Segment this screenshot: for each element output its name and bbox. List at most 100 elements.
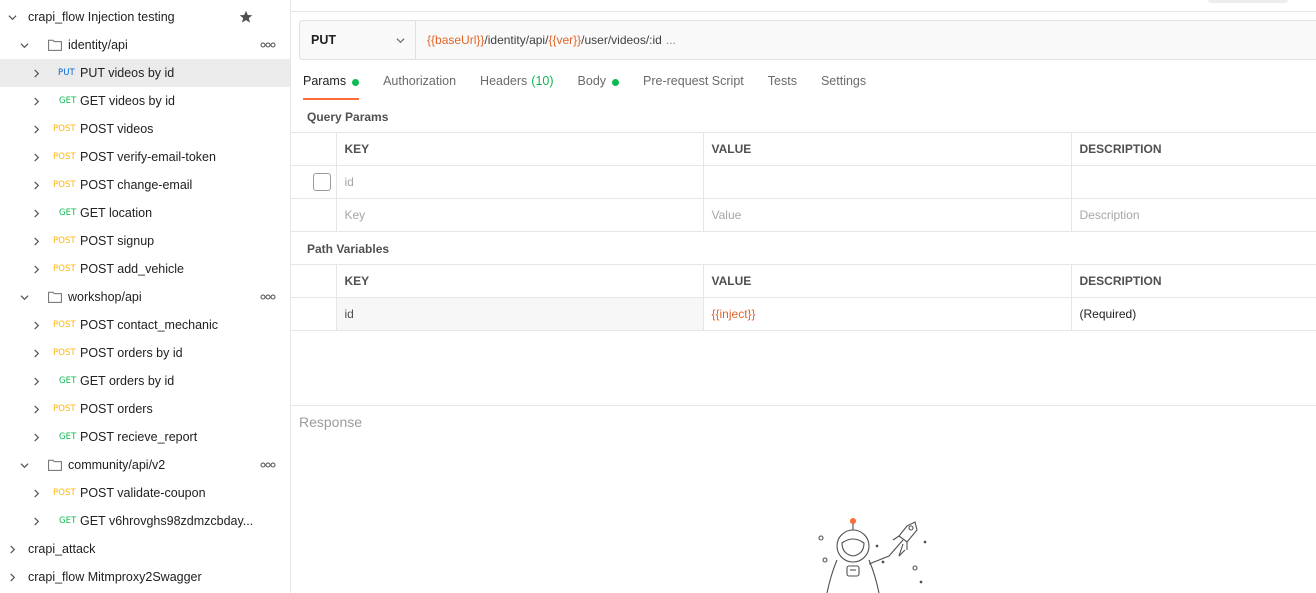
chevron-right-icon[interactable] bbox=[7, 572, 17, 582]
chevron-down-icon[interactable] bbox=[19, 292, 29, 302]
chevron-right-icon[interactable] bbox=[31, 376, 41, 386]
collection-crapi-flow-mitmproxy[interactable]: crapi_flow Mitmproxy2Swagger bbox=[0, 563, 290, 591]
request-item[interactable]: GET GET orders by id bbox=[0, 367, 290, 395]
url-input[interactable]: {{baseUrl}} /identity/api/ {{ver}} /user… bbox=[416, 21, 1316, 59]
url-more: ... bbox=[665, 33, 676, 47]
request-label: GET videos by id bbox=[80, 94, 175, 108]
path-variable-value-input[interactable]: {{inject}} bbox=[702, 297, 1072, 331]
method-badge: GET bbox=[59, 376, 77, 386]
tab-headers[interactable]: Headers (10) bbox=[480, 74, 553, 100]
request-item[interactable]: GET GET videos by id bbox=[0, 87, 290, 115]
chevron-right-icon[interactable] bbox=[31, 180, 41, 190]
chevron-right-icon[interactable] bbox=[31, 264, 41, 274]
tab-params[interactable]: Params bbox=[303, 74, 360, 100]
chevron-down-icon[interactable] bbox=[7, 12, 17, 22]
column-header-value: VALUE bbox=[702, 132, 1072, 166]
table-row: id {{inject}} (Required) bbox=[291, 297, 1316, 331]
param-checkbox[interactable] bbox=[313, 173, 331, 191]
request-label: GET location bbox=[80, 206, 153, 220]
table-header-row: KEY VALUE DESCRIPTION bbox=[291, 264, 1316, 298]
new-description-input[interactable]: Description bbox=[1070, 198, 1316, 232]
divider bbox=[291, 11, 1316, 12]
request-item[interactable]: PUT PUT videos by id bbox=[0, 59, 290, 87]
star-icon[interactable] bbox=[239, 10, 253, 24]
request-label: GET orders by id bbox=[80, 374, 175, 388]
tab-settings[interactable]: Settings bbox=[821, 74, 866, 100]
column-header-description: DESCRIPTION bbox=[1070, 132, 1316, 166]
request-item[interactable]: POST POST videos bbox=[0, 115, 290, 143]
folder-community-api-v2[interactable]: community/api/v2 bbox=[0, 451, 290, 479]
request-item[interactable]: GET POST recieve_report bbox=[0, 423, 290, 451]
postman-app: crapi_flow Injection testing identity/ap… bbox=[0, 0, 1316, 593]
tab-body[interactable]: Body bbox=[578, 74, 620, 100]
chevron-right-icon[interactable] bbox=[31, 488, 41, 498]
response-divider[interactable] bbox=[291, 405, 1316, 406]
tab-pre-request-script[interactable]: Pre-request Script bbox=[643, 74, 744, 100]
request-label: POST verify-email-token bbox=[80, 150, 216, 164]
url-segment: /user/videos/:id bbox=[581, 33, 662, 47]
path-variable-description-input[interactable]: (Required) bbox=[1070, 297, 1316, 331]
folder-identity-api[interactable]: identity/api bbox=[0, 31, 290, 59]
astronaut-illustration bbox=[818, 517, 927, 593]
request-item[interactable]: GET GET v6hrovghs98zdmzcbday... bbox=[0, 507, 290, 535]
request-item[interactable]: POST POST validate-coupon bbox=[0, 479, 290, 507]
request-label: POST recieve_report bbox=[80, 430, 198, 444]
tab-tests[interactable]: Tests bbox=[768, 74, 797, 100]
tab-label: Tests bbox=[767, 74, 797, 88]
request-label: POST videos bbox=[80, 122, 154, 136]
method-badge: POST bbox=[53, 320, 76, 330]
request-label: POST add_vehicle bbox=[80, 262, 184, 276]
tab-authorization[interactable]: Authorization bbox=[383, 74, 456, 100]
more-options-icon[interactable] bbox=[260, 42, 276, 48]
collection-crapi-flow-injection[interactable]: crapi_flow Injection testing bbox=[0, 3, 290, 31]
more-options-icon[interactable] bbox=[260, 462, 276, 468]
request-item[interactable]: POST POST signup bbox=[0, 227, 290, 255]
param-description-input[interactable] bbox=[1070, 165, 1316, 199]
new-key-input[interactable]: Key bbox=[335, 198, 704, 232]
chevron-right-icon[interactable] bbox=[31, 432, 41, 442]
method-select[interactable]: PUT bbox=[300, 21, 416, 59]
table-cell bbox=[291, 264, 337, 298]
chevron-right-icon[interactable] bbox=[31, 96, 41, 106]
chevron-right-icon[interactable] bbox=[31, 152, 41, 162]
table-row: id bbox=[291, 165, 1316, 199]
chevron-right-icon[interactable] bbox=[31, 208, 41, 218]
folder-workshop-api[interactable]: workshop/api bbox=[0, 283, 290, 311]
request-item[interactable]: POST POST contact_mechanic bbox=[0, 311, 290, 339]
request-item[interactable]: POST POST verify-email-token bbox=[0, 143, 290, 171]
tab-label: Params bbox=[303, 74, 347, 88]
chevron-right-icon[interactable] bbox=[31, 404, 41, 414]
request-item[interactable]: POST POST add_vehicle bbox=[0, 255, 290, 283]
request-label: POST orders bbox=[80, 402, 153, 416]
response-label: Response bbox=[299, 414, 363, 430]
chevron-right-icon[interactable] bbox=[31, 236, 41, 246]
folder-label: identity/api bbox=[68, 38, 128, 52]
param-key-input[interactable]: id bbox=[335, 165, 704, 199]
request-label: POST validate-coupon bbox=[80, 486, 206, 500]
chevron-down-icon[interactable] bbox=[19, 460, 29, 470]
request-label: POST contact_mechanic bbox=[80, 318, 219, 332]
chevron-right-icon[interactable] bbox=[31, 516, 41, 526]
chevron-right-icon[interactable] bbox=[7, 544, 17, 554]
request-item[interactable]: GET GET location bbox=[0, 199, 290, 227]
chevron-right-icon[interactable] bbox=[31, 68, 41, 78]
more-options-icon[interactable] bbox=[260, 294, 276, 300]
new-value-input[interactable]: Value bbox=[702, 198, 1072, 232]
chevron-right-icon[interactable] bbox=[31, 348, 41, 358]
chevron-down-icon bbox=[396, 38, 405, 44]
chevron-right-icon[interactable] bbox=[31, 124, 41, 134]
request-item[interactable]: POST POST change-email bbox=[0, 171, 290, 199]
collection-title: crapi_flow Mitmproxy2Swagger bbox=[28, 570, 202, 584]
chevron-right-icon[interactable] bbox=[31, 320, 41, 330]
method-badge: GET bbox=[59, 516, 77, 526]
chevron-down-icon[interactable] bbox=[19, 40, 29, 50]
collection-crapi-attack[interactable]: crapi_attack bbox=[0, 535, 290, 563]
request-item[interactable]: POST POST orders bbox=[0, 395, 290, 423]
request-item[interactable]: POST POST orders by id bbox=[0, 339, 290, 367]
path-variable-key: id bbox=[335, 297, 704, 331]
collections-sidebar: crapi_flow Injection testing identity/ap… bbox=[0, 0, 291, 593]
method-badge: POST bbox=[53, 404, 76, 414]
toolbar-button[interactable] bbox=[1208, 0, 1288, 3]
column-header-key: KEY bbox=[335, 264, 704, 298]
param-value-input[interactable] bbox=[702, 165, 1072, 199]
